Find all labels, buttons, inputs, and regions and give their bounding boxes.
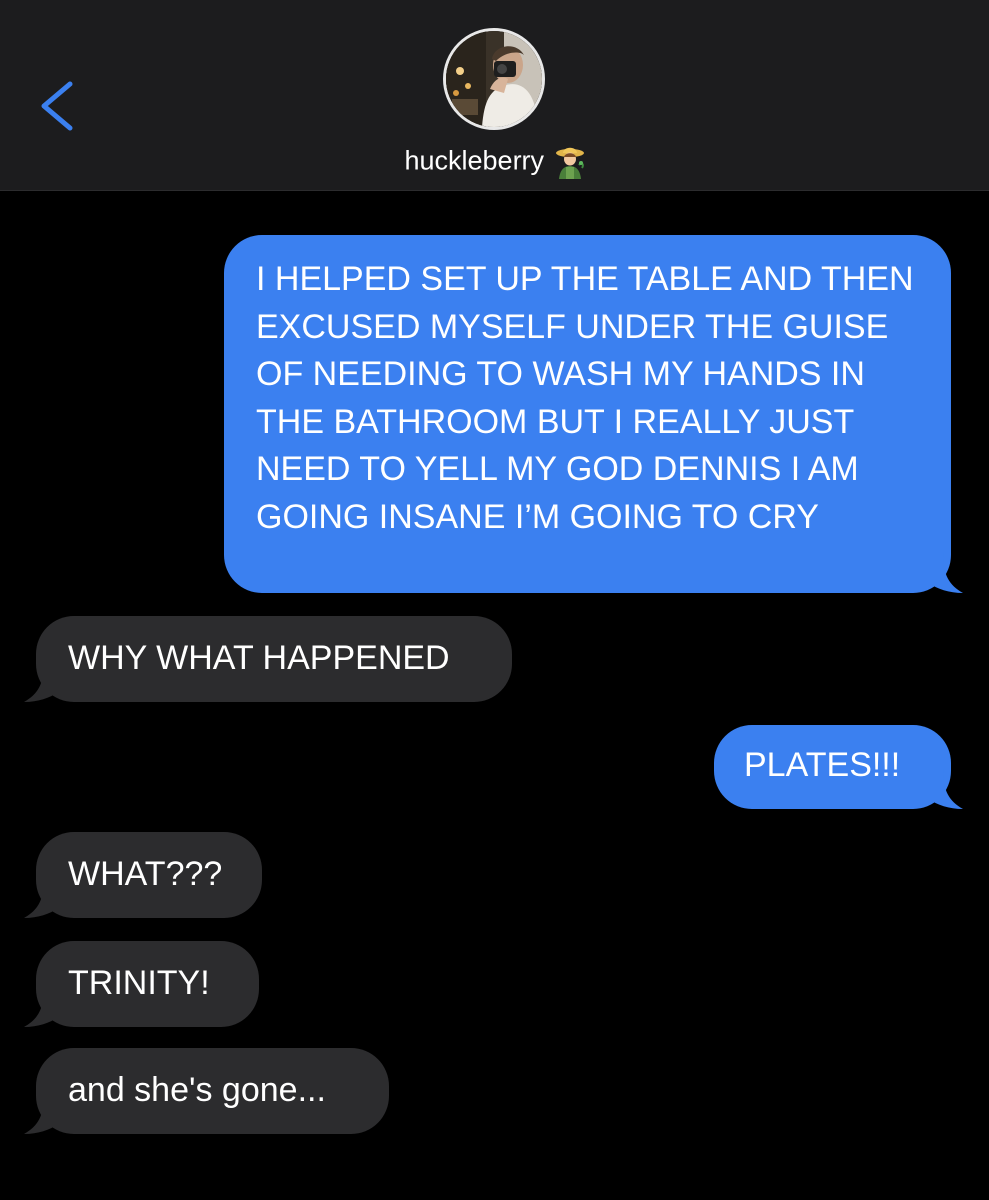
message-text: WHY WHAT HAPPENED <box>68 639 450 677</box>
contact-name: huckleberry <box>404 145 545 176</box>
bubble-tail <box>24 878 58 918</box>
message-text: I HELPED SET UP THE TABLE AND THEN EXCUS… <box>256 260 914 536</box>
conversation-header: huckleberry <box>0 0 989 191</box>
bubble-tail <box>24 662 58 702</box>
message-thread[interactable]: I HELPED SET UP THE TABLE AND THEN EXCUS… <box>0 191 989 1200</box>
received-message-bubble[interactable]: and she's gone... <box>24 1048 389 1134</box>
farmer-emoji-icon <box>555 147 584 179</box>
bubble-tail <box>24 987 58 1027</box>
message-text: and she's gone... <box>68 1071 326 1109</box>
bubble-tail <box>929 769 963 809</box>
contact-name-row[interactable]: huckleberry <box>0 143 989 179</box>
sent-message-bubble[interactable]: I HELPED SET UP THE TABLE AND THEN EXCUS… <box>224 235 963 593</box>
bubble-tail <box>24 1094 58 1134</box>
avatar[interactable] <box>443 28 545 130</box>
received-message-bubble[interactable]: WHY WHAT HAPPENED <box>24 616 512 702</box>
bubble-tail <box>929 553 963 593</box>
back-button[interactable] <box>28 72 88 142</box>
received-message-bubble[interactable]: TRINITY! <box>24 941 259 1027</box>
received-message-bubble[interactable]: WHAT??? <box>24 832 262 918</box>
sent-message-bubble[interactable]: PLATES!!! <box>714 725 963 809</box>
chevron-left-icon <box>41 81 73 131</box>
contact-avatar-photo <box>446 31 542 127</box>
message-text: TRINITY! <box>68 964 210 1002</box>
message-text: WHAT??? <box>68 855 223 893</box>
message-text: PLATES!!! <box>744 746 901 784</box>
